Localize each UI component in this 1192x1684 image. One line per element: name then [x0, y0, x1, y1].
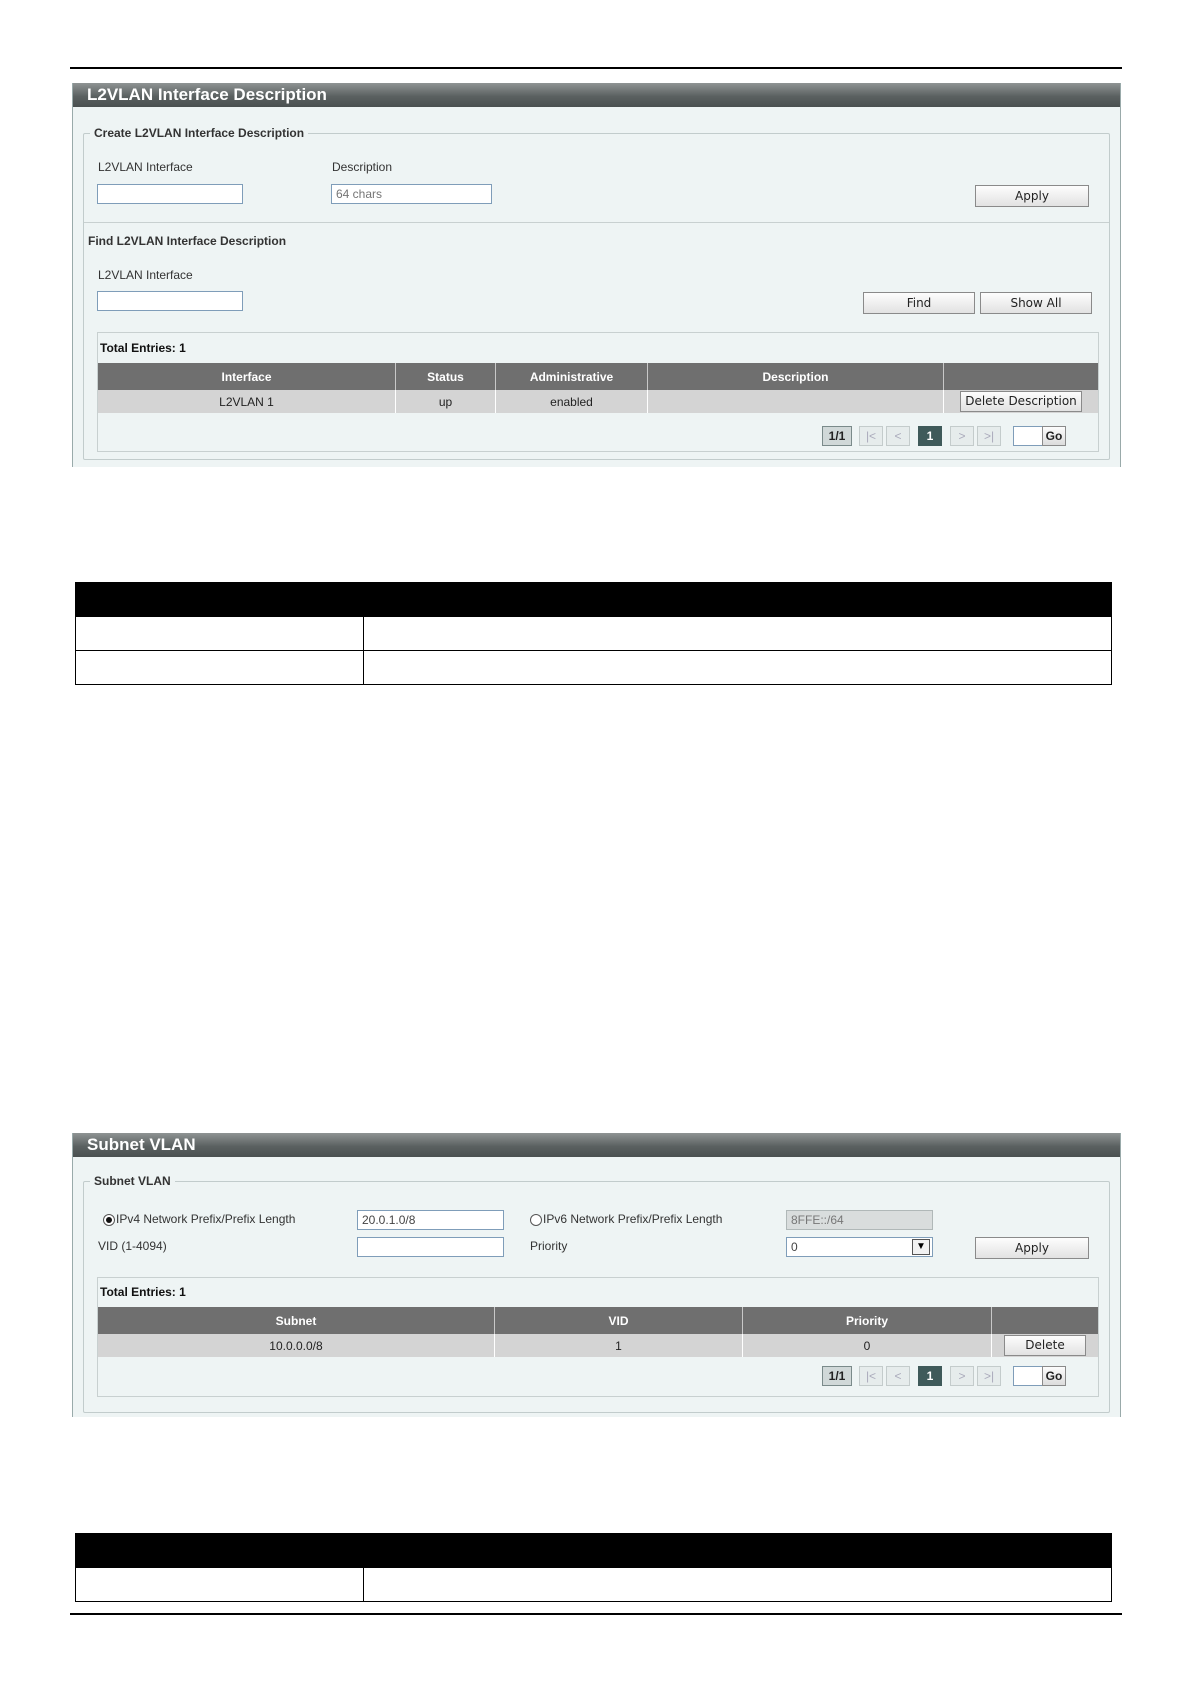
page-number-input[interactable] [1013, 426, 1043, 446]
subnet-fieldset: Subnet VLAN IPv4 Network Prefix/Prefix L… [83, 1174, 1110, 1413]
last-page-button[interactable]: >| [977, 1366, 1001, 1386]
col-vid: VID [494, 1307, 743, 1334]
delete-description-button[interactable]: Delete Description [960, 391, 1082, 412]
find-interface-label: L2VLAN Interface [98, 268, 193, 282]
table-header-row [75, 582, 1112, 617]
last-page-button[interactable]: >| [977, 426, 1001, 446]
apply-button[interactable]: Apply [975, 185, 1089, 207]
page-1-button[interactable]: 1 [918, 426, 942, 446]
ipv6-radio[interactable] [530, 1214, 542, 1226]
ipv4-label: IPv4 Network Prefix/Prefix Length [116, 1212, 296, 1226]
find-interface-input[interactable] [97, 291, 243, 311]
find-heading: Find L2VLAN Interface Description [88, 234, 287, 248]
page-1-button[interactable]: 1 [918, 1366, 942, 1386]
col-interface: Interface [98, 363, 396, 390]
cell-action: Delete [991, 1334, 1098, 1357]
page-of: 1/1 [822, 426, 852, 446]
cell-description [647, 390, 944, 413]
subnet-table: Subnet VID Priority 10.0.0.0/8 1 0 Delet… [98, 1307, 1098, 1357]
table-header-row [75, 1533, 1112, 1568]
go-button[interactable]: Go [1042, 426, 1066, 446]
pager: 1/1 |< < 1 > >| Go [822, 1366, 1097, 1386]
priority-selected-value: 0 [791, 1240, 798, 1254]
pager: 1/1 |< < 1 > >| Go [822, 426, 1097, 446]
cell-interface: L2VLAN 1 [98, 390, 396, 413]
subnet-legend: Subnet VLAN [90, 1174, 175, 1188]
cell-status: up [395, 390, 496, 413]
total-entries: Total Entries: 1 [100, 1285, 186, 1299]
col-subnet: Subnet [98, 1307, 495, 1334]
table-row: L2VLAN 1 up enabled Delete Description [98, 390, 1098, 413]
description-label: Description [332, 160, 393, 174]
table-header-row: Interface Status Administrative Descript… [98, 363, 1098, 390]
col-action [991, 1307, 1098, 1334]
panel-title: Subnet VLAN [73, 1133, 1120, 1157]
l2vlan-table-box: Total Entries: 1 Interface Status Admini… [97, 332, 1099, 452]
table-row [75, 650, 1112, 685]
create-interface-input[interactable] [97, 184, 243, 204]
show-all-button[interactable]: Show All [980, 292, 1092, 314]
go-button[interactable]: Go [1042, 1366, 1066, 1386]
create-interface-label: L2VLAN Interface [98, 160, 193, 174]
subnet-table-box: Total Entries: 1 Subnet VID Priority 10.… [97, 1277, 1099, 1397]
cell-priority: 0 [742, 1334, 992, 1357]
col-administrative: Administrative [495, 363, 648, 390]
prev-page-button[interactable]: < [886, 1366, 910, 1386]
l2vlan-panel: L2VLAN Interface Description Create L2VL… [72, 83, 1121, 467]
parameter-table-2 [75, 1533, 1112, 1602]
cell-action: Delete Description [943, 390, 1098, 413]
create-fieldset: Create L2VLAN Interface Description L2VL… [83, 126, 1110, 460]
section-divider [84, 222, 1109, 223]
find-button[interactable]: Find [863, 292, 975, 314]
apply-button[interactable]: Apply [975, 1237, 1089, 1259]
first-page-button[interactable]: |< [859, 426, 883, 446]
cell-vid: 1 [494, 1334, 743, 1357]
col-description: Description [647, 363, 944, 390]
vid-label: VID (1-4094) [98, 1239, 167, 1253]
total-entries: Total Entries: 1 [100, 341, 186, 355]
chevron-down-icon: ▼ [912, 1239, 930, 1255]
priority-label: Priority [530, 1239, 568, 1253]
subnet-vlan-panel: Subnet VLAN Subnet VLAN IPv4 Network Pre… [72, 1133, 1121, 1417]
l2vlan-table: Interface Status Administrative Descript… [98, 363, 1098, 413]
panel-title: L2VLAN Interface Description [73, 83, 1120, 107]
cell-administrative: enabled [495, 390, 648, 413]
table-header-row: Subnet VID Priority [98, 1307, 1098, 1334]
delete-button[interactable]: Delete [1004, 1335, 1086, 1356]
next-page-button[interactable]: > [950, 1366, 974, 1386]
prev-page-button[interactable]: < [886, 426, 910, 446]
page-bottom-rule [70, 1613, 1122, 1615]
parameter-table-1 [75, 582, 1112, 685]
page-top-rule [70, 67, 1122, 69]
table-row [75, 1567, 1112, 1602]
page-number-input[interactable] [1013, 1366, 1043, 1386]
vid-input[interactable] [357, 1237, 504, 1257]
col-action [943, 363, 1098, 390]
table-row: 10.0.0.0/8 1 0 Delete [98, 1334, 1098, 1357]
cell-subnet: 10.0.0.0/8 [98, 1334, 495, 1357]
next-page-button[interactable]: > [950, 426, 974, 446]
ipv4-radio[interactable] [103, 1214, 115, 1226]
page-of: 1/1 [822, 1366, 852, 1386]
table-row [75, 616, 1112, 651]
ipv6-label: IPv6 Network Prefix/Prefix Length [543, 1212, 723, 1226]
ipv4-prefix-input[interactable] [357, 1210, 504, 1230]
col-priority: Priority [742, 1307, 992, 1334]
ipv6-prefix-input[interactable] [786, 1210, 933, 1230]
col-status: Status [395, 363, 496, 390]
first-page-button[interactable]: |< [859, 1366, 883, 1386]
create-legend: Create L2VLAN Interface Description [90, 126, 309, 140]
priority-select[interactable]: 0 ▼ [786, 1237, 933, 1257]
description-input[interactable] [331, 184, 492, 204]
